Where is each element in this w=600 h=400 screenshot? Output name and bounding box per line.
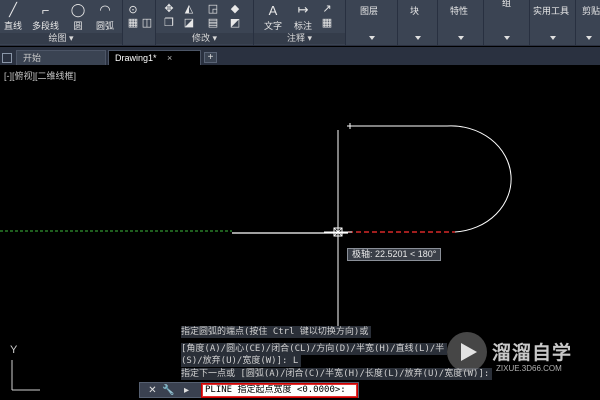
tab-drawing1[interactable]: Drawing1* ×	[108, 50, 201, 65]
layer-button[interactable]: 图层	[360, 3, 378, 17]
block-panel[interactable]: 块	[398, 0, 438, 46]
tab-start[interactable]: 开始	[16, 50, 106, 65]
text-tool-label: 文字	[264, 21, 283, 31]
tab-menu-icon[interactable]	[2, 53, 12, 63]
arc-icon: ◠	[99, 2, 111, 17]
circle-icon: ◯	[70, 2, 86, 17]
new-tab-button[interactable]: +	[204, 52, 217, 63]
command-close-icon[interactable]: ✕	[146, 384, 159, 397]
annotation-panel-title-text: 注释	[286, 33, 305, 43]
line-icon: ╱	[9, 2, 17, 17]
table-icon[interactable]: ▦	[320, 15, 334, 29]
command-history-line-4: 指定下一点或 [圆弧(A)/闭合(C)/半宽(H)/长度(L)/放弃(U)/宽度…	[181, 368, 493, 380]
dimension-tool-button[interactable]: ↦ 标注	[294, 2, 312, 32]
group-dropdown-icon[interactable]	[504, 36, 510, 40]
block-dropdown-icon[interactable]	[415, 36, 421, 40]
move-icon[interactable]: ✥	[162, 1, 176, 15]
text-tool-button[interactable]: A 文字	[264, 2, 282, 32]
group-panel[interactable]: 组	[484, 0, 530, 46]
draw-panel: ╱ 直线 ⌐ 多段线 ◯ 圆 ◠ 圆弧 绘图 ▾	[0, 0, 123, 46]
utilities-label: 实用工具	[533, 6, 570, 16]
annotation-panel: A 文字 ↦ 标注 ↗ ▦ 注释 ▾	[254, 0, 346, 46]
boundary-icon[interactable]: ◫	[140, 15, 154, 29]
block-label: 块	[410, 6, 420, 16]
modify-panel-title-text: 修改	[191, 33, 210, 43]
line-tool-button[interactable]: ╱ 直线	[4, 2, 22, 32]
array-icon[interactable]: ▤	[206, 15, 220, 29]
annotation-panel-title[interactable]: 注释 ▾	[254, 33, 345, 44]
start-point-marker	[347, 123, 353, 129]
copy-icon[interactable]: ❐	[162, 15, 176, 29]
hatch-icon[interactable]: ▦	[126, 15, 140, 29]
properties-label: 特性	[450, 6, 469, 16]
layer-label: 图层	[360, 6, 379, 16]
group-label: 组	[502, 0, 512, 8]
draw-panel-title[interactable]: 绘图 ▾	[0, 33, 122, 44]
arc-tool-label: 圆弧	[96, 21, 115, 31]
polar-tracking-tooltip: 极轴: 22.5201 < 180°	[347, 248, 442, 261]
ucs-y-label: Y	[10, 344, 18, 356]
fillet-icon[interactable]: ◲	[206, 1, 220, 15]
layer-panel[interactable]: 图层	[346, 0, 398, 46]
properties-button[interactable]: 特性	[450, 3, 468, 17]
mirror-icon[interactable]: ◭	[182, 1, 196, 15]
draw-panel-extra: ⊙ ▦ ◫	[123, 0, 156, 46]
text-icon: A	[268, 2, 278, 18]
clipboard-button[interactable]: 剪贴	[582, 3, 600, 17]
clipboard-panel[interactable]: 剪贴	[576, 0, 600, 46]
circle-tool-button[interactable]: ◯ 圆	[70, 2, 86, 32]
modify-panel: ✥ ◭ ◲ ◆ ❐ ◪ ▤ ◩ 修改 ▾	[156, 0, 254, 46]
dimension-tool-label: 标注	[294, 21, 313, 31]
clipboard-label: 剪贴	[582, 6, 600, 16]
command-prompt-icon[interactable]: ▸	[180, 384, 193, 397]
rectangle-icon[interactable]: ⊙	[126, 2, 140, 16]
watermark-name: 溜溜自学	[492, 343, 573, 364]
dimension-icon: ↦	[297, 2, 309, 17]
watermark-logo-icon	[447, 332, 487, 372]
watermark-url: ZIXUE.3D66.COM	[496, 364, 562, 373]
polyline-icon: ⌐	[41, 2, 50, 18]
arc-tool-button[interactable]: ◠ 圆弧	[96, 2, 114, 32]
command-history-line-2: [角度(A)/圆心(CE)/闭合(CL)/方向(D)/半宽(H)/直线(L)/半	[181, 343, 448, 355]
command-line: ✕ 🔧 ▸ PLINE 指定起点宽度 <0.0000>:	[139, 382, 359, 398]
file-tab-bar: 开始 Drawing1* × +	[0, 47, 600, 65]
tab-start-label: 开始	[23, 53, 42, 63]
utilities-button[interactable]: 实用工具	[533, 3, 569, 17]
polyline-tool-label: 多段线	[32, 21, 60, 31]
line-tool-label: 直线	[4, 21, 23, 31]
layer-dropdown-icon[interactable]	[369, 36, 375, 40]
utilities-dropdown-icon[interactable]	[550, 36, 556, 40]
leader-icon[interactable]: ↗	[320, 1, 334, 15]
command-customize-icon[interactable]: 🔧	[162, 384, 175, 397]
utilities-panel[interactable]: 实用工具	[530, 0, 576, 46]
properties-dropdown-icon[interactable]	[458, 36, 464, 40]
properties-panel[interactable]: 特性	[438, 0, 484, 46]
circle-tool-label: 圆	[73, 21, 83, 31]
stretch-icon[interactable]: ◪	[182, 15, 196, 29]
polyline-tool-button[interactable]: ⌐ 多段线	[32, 2, 59, 32]
draw-panel-title-text: 绘图	[48, 33, 67, 43]
ribbon: ╱ 直线 ⌐ 多段线 ◯ 圆 ◠ 圆弧 绘图 ▾ ⊙ ▦ ◫ ✥ ◭ ◲ ◆ ❐…	[0, 0, 600, 46]
tab-drawing1-label: Drawing1*	[115, 53, 157, 63]
polyline-arc	[446, 125, 512, 233]
command-history-line-3: (S)/放弃(U)/宽度(W)]: L	[181, 355, 302, 367]
command-input[interactable]: PLINE 指定起点宽度 <0.0000>:	[201, 383, 358, 398]
tab-close-icon[interactable]: ×	[167, 53, 172, 63]
block-button[interactable]: 块	[410, 3, 419, 17]
offset-icon[interactable]: ◩	[228, 15, 242, 29]
explode-icon[interactable]: ◆	[228, 1, 242, 15]
command-history-line-1: 指定圆弧的端点(按住 Ctrl 键以切换方向)或	[181, 326, 372, 338]
clipboard-dropdown-icon[interactable]	[586, 36, 592, 40]
group-button[interactable]: 组	[502, 0, 511, 9]
modify-panel-title[interactable]: 修改 ▾	[156, 33, 253, 44]
